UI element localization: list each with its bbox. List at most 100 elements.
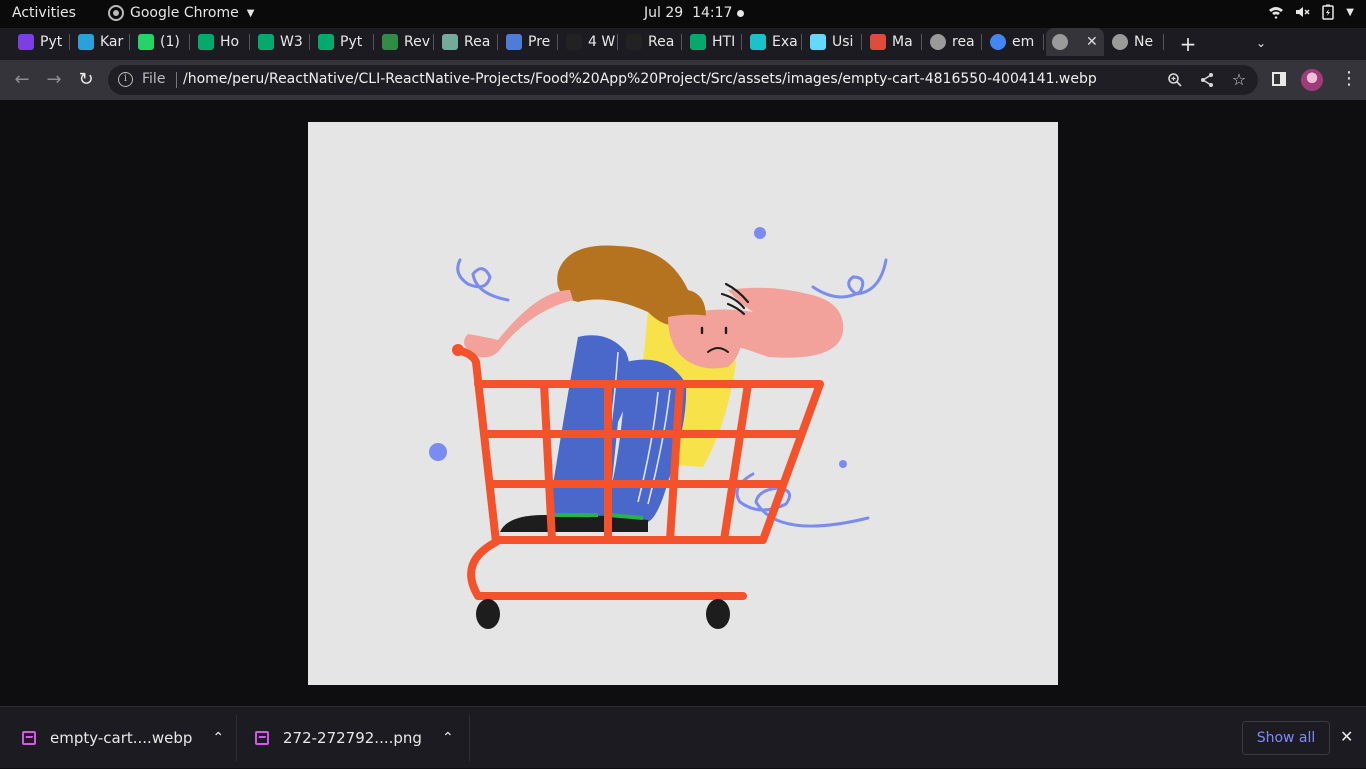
share-icon[interactable] — [1199, 72, 1215, 88]
date-label: Jul 29 — [644, 5, 684, 21]
tab[interactable]: 4 W — [560, 28, 618, 56]
tab[interactable]: Rea — [620, 28, 682, 56]
empty-cart-image — [308, 122, 1058, 685]
reload-button[interactable]: ↻ — [76, 70, 96, 90]
chevron-up-icon[interactable]: ⌃ — [212, 730, 224, 746]
time-label: 14:17 — [692, 5, 733, 21]
empty-cart-illustration — [429, 227, 888, 629]
forward-button[interactable]: → — [44, 70, 64, 90]
system-top-bar: Activities Google Chrome ▼ Jul 29 14:17 … — [0, 0, 1366, 28]
chrome-icon — [1112, 34, 1128, 50]
address-bar[interactable]: i File /home/peru/ReactNative/CLI-ReactN… — [108, 65, 1258, 95]
tab-separator — [433, 34, 434, 50]
tab-label: 4 W — [588, 34, 616, 50]
clock[interactable]: Jul 29 14:17 — [644, 5, 732, 21]
download-item[interactable]: empty-cart....webp ⌃ — [22, 707, 224, 769]
url-text[interactable]: /home/peru/ReactNative/CLI-ReactNative-P… — [183, 71, 1097, 87]
side-panel-icon[interactable] — [1272, 72, 1286, 86]
close-icon[interactable]: ✕ — [1340, 727, 1353, 746]
tab[interactable]: Pyt — [312, 28, 374, 56]
tab-label: Rev — [404, 34, 430, 50]
tab-label: W3 — [280, 34, 303, 50]
tab-label: Usi — [832, 34, 854, 50]
tab-label: Kar — [100, 34, 124, 50]
tab[interactable]: em — [984, 28, 1044, 56]
tab-separator — [129, 34, 130, 50]
download-divider — [469, 715, 470, 761]
tab[interactable]: Pyt — [12, 28, 70, 56]
download-divider — [236, 715, 237, 761]
kebab-menu-icon[interactable]: ⋮ — [1340, 68, 1358, 89]
tab-separator — [741, 34, 742, 50]
system-tray[interactable]: ▼ — [1268, 4, 1354, 20]
chrome-icon — [108, 5, 124, 21]
tab[interactable]: Ne — [1106, 28, 1164, 56]
tab[interactable]: rea — [924, 28, 982, 56]
show-all-button[interactable]: Show all — [1242, 721, 1330, 755]
tab[interactable]: Pre — [500, 28, 558, 56]
medium-icon — [626, 34, 642, 50]
tab[interactable]: Exa — [744, 28, 802, 56]
image-file-icon — [255, 731, 269, 745]
tab[interactable]: Kar — [72, 28, 130, 56]
tab-separator — [1043, 34, 1044, 50]
puzzle-icon — [506, 34, 522, 50]
tab-separator — [373, 34, 374, 50]
app-name: Google Chrome — [130, 5, 239, 21]
tab-separator — [1163, 34, 1164, 50]
back-button[interactable]: ← — [12, 70, 32, 90]
tab[interactable]: Rev — [376, 28, 434, 56]
tab-active[interactable]: ✕ — [1046, 28, 1104, 56]
tab-separator — [617, 34, 618, 50]
tab-separator — [249, 34, 250, 50]
bookmark-star-icon[interactable]: ☆ — [1231, 72, 1247, 88]
tab-separator — [681, 34, 682, 50]
tab[interactable]: Rea — [436, 28, 498, 56]
globe-icon — [930, 34, 946, 50]
expo-icon — [750, 34, 766, 50]
new-tab-button[interactable]: + — [1178, 32, 1198, 56]
profile-avatar[interactable] — [1301, 69, 1323, 91]
zb-icon — [870, 34, 886, 50]
power-menu-caret-icon: ▼ — [1346, 6, 1354, 18]
image-file-icon — [22, 731, 36, 745]
tab[interactable]: HTI — [684, 28, 742, 56]
extension-purple-icon[interactable] — [1313, 37, 1327, 51]
left-arm — [464, 290, 573, 358]
tab-separator — [861, 34, 862, 50]
tab-close-icon[interactable]: ✕ — [1086, 34, 1098, 50]
tab[interactable]: (1) — [132, 28, 190, 56]
tab-separator — [497, 34, 498, 50]
tab-separator — [921, 34, 922, 50]
tab-search-chevron-icon[interactable]: ⌄ — [1256, 36, 1266, 50]
tab-label: Ma — [892, 34, 913, 50]
whatsapp-icon — [138, 34, 154, 50]
wifi-icon — [1269, 7, 1284, 19]
tab-label: Exa — [772, 34, 798, 50]
app-menu[interactable]: Google Chrome ▼ — [108, 5, 254, 21]
tab-separator — [801, 34, 802, 50]
extension-yellow-icon[interactable] — [1289, 37, 1303, 51]
tab-label: em — [1012, 34, 1035, 50]
chevron-up-icon[interactable]: ⌃ — [442, 730, 454, 746]
site-info-icon[interactable]: i — [118, 72, 133, 87]
download-item[interactable]: 272-272792....png ⌃ — [255, 707, 454, 769]
tab-label: Rea — [464, 34, 491, 50]
scheme-label: File — [142, 71, 166, 87]
globe-icon — [1052, 34, 1068, 50]
react-icon — [810, 34, 826, 50]
tab[interactable]: Usi — [804, 28, 862, 56]
tab-separator — [69, 34, 70, 50]
wheel-right — [706, 599, 730, 629]
tab[interactable]: W3 — [252, 28, 310, 56]
tab[interactable]: Ho — [192, 28, 250, 56]
extension-red-icon[interactable] — [1337, 37, 1351, 51]
tab-strip: Pyt Kar (1) Ho W3 Pyt Rev Rea Pre 4 W Rea HTI Exa Usi… — [0, 28, 1366, 60]
activities-button[interactable]: Activities — [12, 5, 76, 21]
tab[interactable]: Ma — [864, 28, 922, 56]
notification-dot-icon — [737, 10, 744, 17]
pycharm-icon — [18, 34, 34, 50]
zoom-icon[interactable] — [1167, 72, 1183, 88]
hair — [557, 245, 706, 326]
caret-down-icon: ▼ — [246, 7, 255, 19]
